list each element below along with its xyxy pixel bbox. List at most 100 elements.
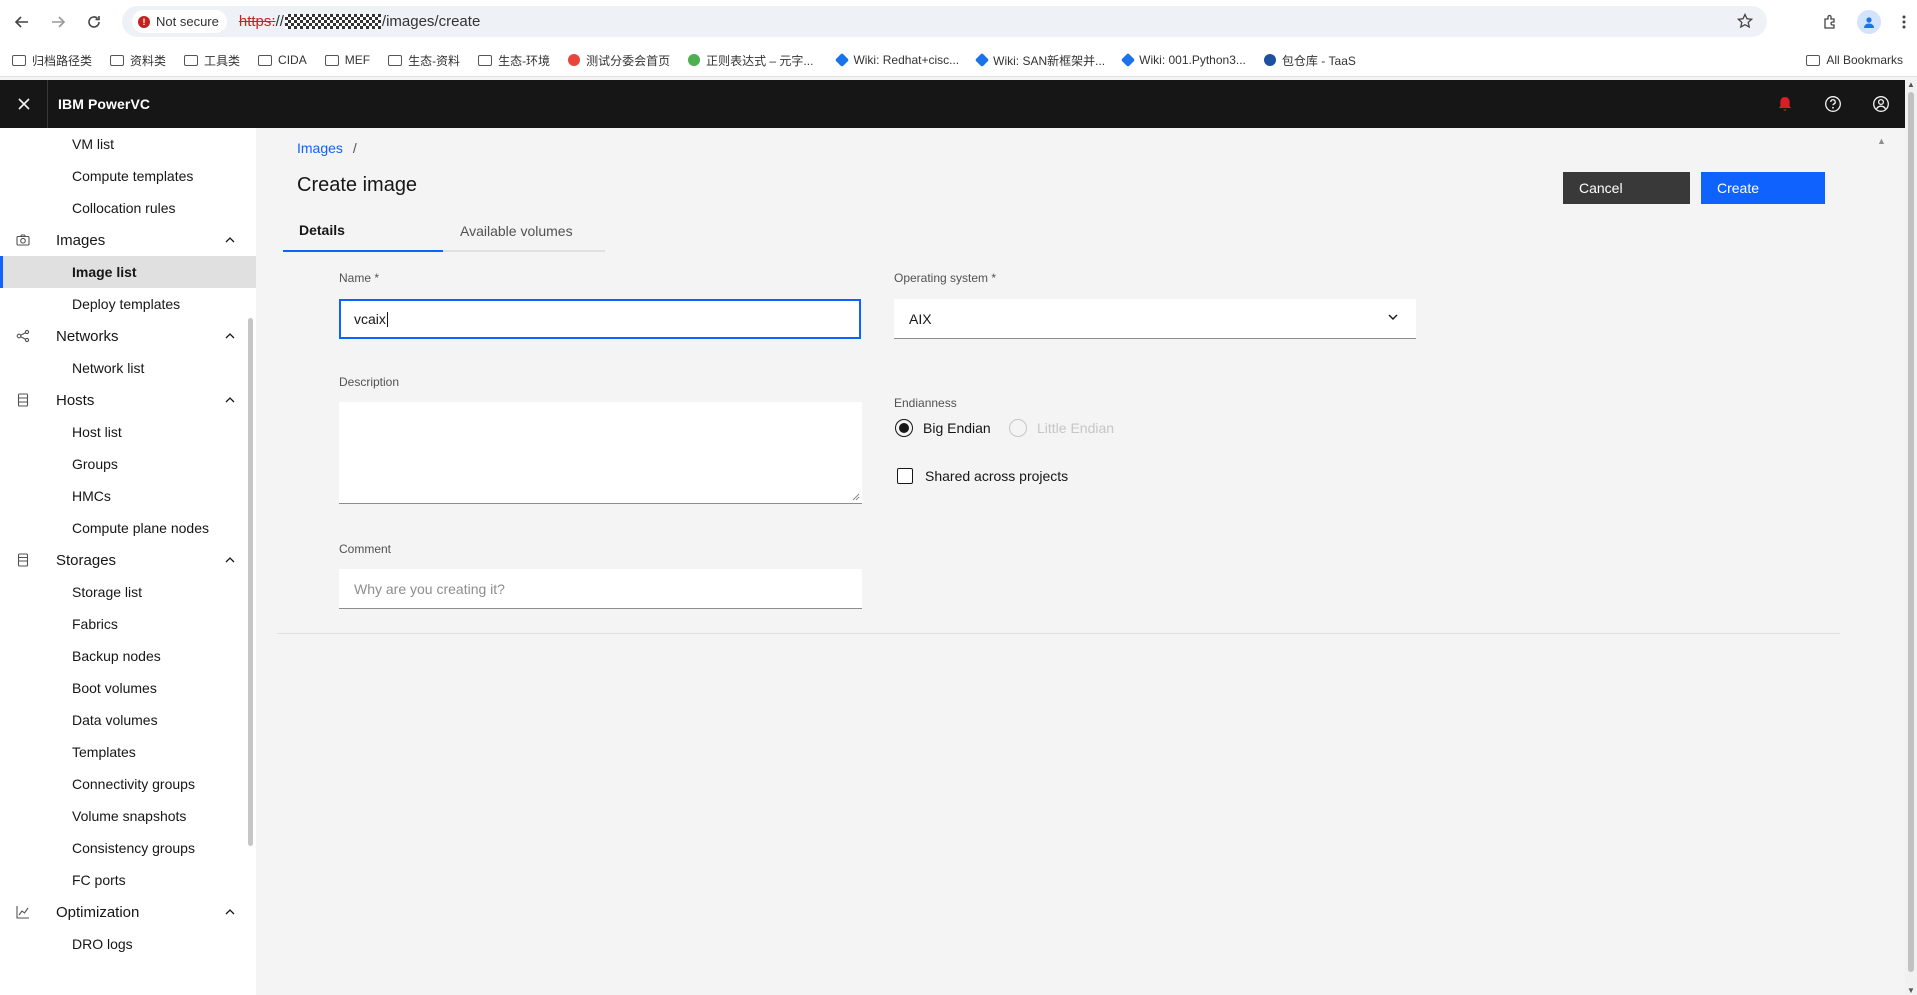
shared-projects-checkbox[interactable]: Shared across projects [897,468,1068,484]
name-input[interactable]: vcaix [339,299,861,339]
bookmark-label: 归档路径类 [32,53,93,68]
bookmark-item[interactable]: CIDA [258,48,307,72]
url-text[interactable]: https:// /images/create [239,13,480,30]
extensions-icon[interactable] [1813,5,1847,39]
sidebar-item-data-volumes[interactable]: Data volumes [0,704,256,736]
radio-big-endian[interactable]: Big Endian [895,419,991,437]
site-icon [568,54,581,66]
bookmark-item[interactable]: 测试分委会首页 [568,48,670,72]
all-bookmarks[interactable]: All Bookmarks [1806,48,1903,72]
tab-details[interactable]: Details [283,210,443,252]
site-icon [688,54,701,66]
radio-little-endian-label: Little Endian [1037,420,1115,436]
sidebar-item-deploy-templates[interactable]: Deploy templates [0,288,256,320]
help-button[interactable] [1809,80,1857,128]
security-chip[interactable]: ! Not secure [132,10,227,33]
sidebar-item-label: Deploy templates [72,296,181,312]
bookmark-star-icon[interactable] [1737,13,1753,29]
sidebar-group-optimization[interactable]: Optimization [0,896,256,928]
sidebar-item-label: VM list [72,136,114,152]
bookmark-item[interactable]: 归档路径类 [12,48,92,72]
breadcrumb-separator: / [352,140,357,156]
description-textarea[interactable] [339,402,862,504]
breadcrumb-link-images[interactable]: Images [297,140,343,156]
bookmark-item[interactable]: 包仓库 - TaaS [1263,48,1356,72]
storage-icon [17,553,29,567]
name-label: Name * [339,271,380,285]
sidebar-item-host-list[interactable]: Host list [0,416,256,448]
page-scrollbar-thumb[interactable] [1908,92,1914,972]
bookmark-item[interactable]: 工具类 [184,48,240,72]
sidebar-item-fc-ports[interactable]: FC ports [0,864,256,896]
sidebar-group-hosts[interactable]: Hosts [0,384,256,416]
sidebar-item-fabrics[interactable]: Fabrics [0,608,256,640]
sidebar-group-label: Hosts [56,391,95,409]
back-icon[interactable] [8,8,36,36]
sidebar-item-vm-list[interactable]: VM list [0,128,256,160]
notification-button[interactable] [1761,80,1809,128]
bookmark-item[interactable]: 生态-环境 [478,48,550,72]
sidebar-item-image-list[interactable]: Image list [0,256,256,288]
masked-host [284,14,381,29]
bookmark-item[interactable]: 资料类 [110,48,166,72]
bookmark-label: 生态-资料 [408,53,461,68]
scroll-down-arrow-icon[interactable]: ▼ [1907,986,1915,995]
close-nav-button[interactable] [0,80,48,128]
reload-icon[interactable] [80,8,108,36]
sidebar-item-network-list[interactable]: Network list [0,352,256,384]
description-label: Description [339,375,400,389]
bookmark-label: Wiki: 001.Python3... [1139,53,1246,67]
radio-unselected-icon [1009,419,1027,437]
bookmark-item[interactable]: 生态-资料 [388,48,460,72]
sidebar-item-label: Backup nodes [72,648,161,664]
server-icon [17,393,29,407]
sidebar-item-label: Compute templates [72,168,194,184]
comment-input[interactable]: Why are you creating it? [339,569,862,609]
sidebar-item-collocation-rules[interactable]: Collocation rules [0,192,256,224]
os-select[interactable]: AIX [894,299,1416,339]
scroll-up-arrow-icon[interactable]: ▲ [1907,80,1915,89]
bookmark-label: Wiki: SAN新框架并... [993,53,1106,68]
cancel-button[interactable]: Cancel [1563,172,1690,204]
bookmark-item[interactable]: Wiki: 001.Python3... [1121,48,1246,72]
sidebar-item-connectivity-groups[interactable]: Connectivity groups [0,768,256,800]
bookmark-item[interactable]: Wiki: Redhat+cisc... [835,48,959,72]
profile-icon[interactable] [1847,5,1891,39]
folder-icon [258,54,273,66]
section-divider [277,633,1840,634]
sidebar-item-label: Connectivity groups [72,776,195,792]
user-button[interactable] [1857,80,1905,128]
sidebar-group-networks[interactable]: Networks [0,320,256,352]
sidebar-item-templates[interactable]: Templates [0,736,256,768]
sidebar-item-hmcs[interactable]: HMCs [0,480,256,512]
resize-grip-icon[interactable] [852,493,860,501]
bookmark-item[interactable]: Wiki: SAN新框架并... [975,48,1106,72]
sidebar-item-consistency-groups[interactable]: Consistency groups [0,832,256,864]
sidebar-item-groups[interactable]: Groups [0,448,256,480]
sidebar-group-storages[interactable]: Storages [0,544,256,576]
sidebar-item-compute-templates[interactable]: Compute templates [0,160,256,192]
scroll-up-icon[interactable]: ▲ [1877,136,1886,146]
tab-available-volumes[interactable]: Available volumes [443,210,605,252]
sidebar-group-images[interactable]: Images [0,224,256,256]
bookmarks-bar: 归档路径类 资料类 工具类 CIDA MEF 生态-资料 生态-环境 测试分委会… [0,44,1917,77]
more-menu-icon[interactable] [1891,5,1917,39]
sidebar-item-backup-nodes[interactable]: Backup nodes [0,640,256,672]
close-icon [17,98,30,110]
sidebar-item-volume-snapshots[interactable]: Volume snapshots [0,800,256,832]
page-scrollbar[interactable]: ▲ ▼ [1905,80,1917,995]
chevron-up-icon [225,397,235,403]
chevron-up-icon [225,237,235,243]
forward-icon[interactable] [44,8,72,36]
sidebar-item-dro-logs[interactable]: DRO logs [0,928,256,960]
wiki-icon [975,52,990,68]
sidebar-item-storage-list[interactable]: Storage list [0,576,256,608]
sidebar-item-label: FC ports [72,872,126,888]
sidebar-item-boot-volumes[interactable]: Boot volumes [0,672,256,704]
bookmark-item[interactable]: MEF [324,48,370,72]
bookmark-item[interactable]: 正则表达式 – 元字... [688,48,813,72]
address-bar[interactable]: ! Not secure https:// /images/create [122,6,1767,37]
sidebar-scrollbar[interactable] [248,318,253,846]
create-button[interactable]: Create [1701,172,1825,204]
sidebar-item-compute-plane-nodes[interactable]: Compute plane nodes [0,512,256,544]
